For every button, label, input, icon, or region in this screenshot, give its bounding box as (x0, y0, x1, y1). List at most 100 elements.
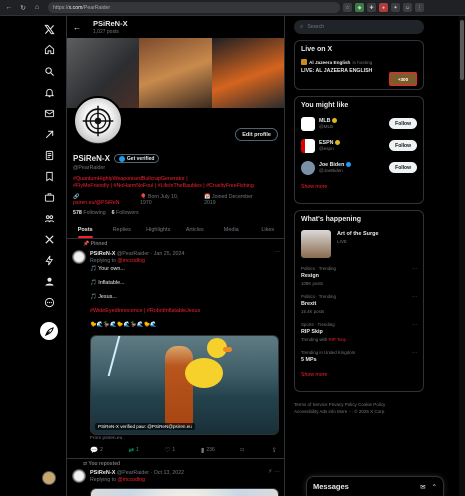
trend-more-icon[interactable]: ··· (412, 322, 417, 328)
search-input[interactable]: ⌕ Search (294, 20, 424, 34)
post-author-avatar[interactable] (72, 469, 86, 483)
verified-orgs-lightning-icon[interactable] (42, 253, 56, 267)
scrollbar-thumb[interactable] (460, 20, 464, 80)
replying-to-link[interactable]: @mccodlog (117, 477, 144, 483)
live-source[interactable]: Al Jazeera English is hosting (301, 59, 417, 65)
messages-drawer[interactable]: Messages ✉ ⌃ (306, 476, 444, 496)
profile-info: PSiReN-X Get verified @PearRaider #Quant… (73, 154, 278, 216)
home-icon[interactable] (42, 42, 56, 56)
extension-icon[interactable]: ● (379, 3, 388, 12)
following-link[interactable]: 578 Following (73, 210, 106, 216)
pinned-context: 📌 Pinned (83, 241, 108, 247)
premium-x-icon[interactable] (42, 232, 56, 246)
extensions-puzzle-icon[interactable]: ✦ (391, 3, 400, 12)
tab-posts[interactable]: Posts (67, 221, 104, 238)
header-name: PSiReN-X (93, 19, 128, 28)
follow-button[interactable]: Follow (389, 162, 417, 173)
bookmark-star-icon[interactable]: ☆ (343, 3, 352, 12)
home-icon[interactable]: ⌂ (32, 3, 42, 13)
trend-hero[interactable]: Art of the Surge LIVE (301, 230, 417, 258)
account-avatar[interactable] (42, 471, 56, 485)
notifications-bell-icon[interactable] (42, 85, 56, 99)
replying-to-link[interactable]: @mccodlog (117, 258, 144, 264)
repost-button[interactable]: ⇄ 1 (129, 446, 139, 454)
trending-with-link[interactable]: RIP Tony (328, 337, 346, 342)
post-author-name[interactable]: PSiReN-X (90, 470, 115, 476)
explore-search-icon[interactable] (42, 64, 56, 78)
profile-website-link[interactable]: 🔗 psiren.eu/@PSiReN (73, 194, 132, 206)
bio-line[interactable]: #FlyMeFriendly | #NoHarmNoFoul | #LifeIn… (73, 183, 278, 190)
post-author-avatar[interactable] (72, 250, 86, 264)
back-arrow-icon[interactable]: ← (73, 23, 83, 32)
trend-item[interactable]: Trending in United Kingdom 5 MPs ··· (301, 350, 417, 363)
trend-item[interactable]: Sports · Trending RIP Skip Trending with… (301, 322, 417, 342)
edit-profile-button[interactable]: Edit profile (235, 128, 278, 141)
grok-explain-icon[interactable]: ⚡ ··· (268, 468, 280, 475)
bookmarks-icon[interactable] (42, 169, 56, 183)
post-image[interactable]: PSiReN-X verified paw: @PSiReN@psiren.eu (90, 335, 279, 435)
more-options-icon[interactable] (42, 295, 56, 309)
trend-more-icon[interactable]: ··· (412, 294, 417, 300)
post-author-handle[interactable]: @PearRaider (117, 251, 149, 257)
expand-chevron-icon[interactable]: ⌃ (432, 483, 437, 491)
tab-articles[interactable]: Articles (177, 221, 214, 238)
tab-likes[interactable]: Likes (250, 221, 285, 238)
bookmark-button[interactable]: ⌑ (240, 446, 245, 454)
post[interactable]: 📌 Pinned PSiReN-X @PearRaider · Jan 25, … (67, 241, 284, 456)
menu-icon[interactable]: ⋮ (415, 3, 424, 12)
address-bar[interactable]: https://x.com/PearRaider (48, 2, 340, 13)
trend-more-icon[interactable]: ··· (412, 350, 417, 356)
reply-button[interactable]: 💬 2 (90, 446, 103, 454)
get-verified-button[interactable]: Get verified (113, 154, 160, 163)
extension-icon[interactable]: ◆ (355, 3, 364, 12)
footer-links[interactable]: Accessibility Ads info More ··· © 2025 X… (294, 409, 424, 416)
tab-highlights[interactable]: Highlights (140, 221, 177, 238)
tab-media[interactable]: Media (213, 221, 250, 238)
suggested-account[interactable]: ESPN @espn Follow (301, 138, 417, 153)
messages-envelope-icon[interactable] (42, 106, 56, 120)
post-hashtags[interactable]: #WideEyedInnocence | #RobotInflatableJes… (90, 308, 200, 315)
show-more-link[interactable]: Show more (301, 184, 417, 190)
bio-line[interactable]: #QuantumHighlyWeaponisedBullcrapGenerato… (73, 176, 278, 183)
suggested-account[interactable]: Joe Biden @JoeBiden Follow (301, 160, 417, 175)
show-more-link[interactable]: Show more (301, 372, 417, 378)
back-icon[interactable]: ← (4, 3, 14, 13)
live-card-title: Live on X (301, 46, 333, 53)
profile-person-icon[interactable] (42, 274, 56, 288)
profile-icon[interactable]: ☺ (403, 3, 412, 12)
reload-icon[interactable]: ↻ (18, 3, 28, 13)
jobs-briefcase-icon[interactable] (42, 190, 56, 204)
like-button[interactable]: ♡ 1 (165, 446, 176, 454)
grok-icon[interactable] (42, 127, 56, 141)
trend-more-icon[interactable]: ··· (412, 266, 417, 272)
page-scrollbar[interactable] (459, 16, 465, 496)
communities-icon[interactable] (42, 211, 56, 225)
follow-button[interactable]: Follow (389, 140, 417, 151)
share-button[interactable]: ⇪ (272, 446, 279, 454)
views-button[interactable]: ▮ 236 (201, 446, 215, 454)
followers-link[interactable]: 6 Followers (112, 210, 139, 216)
tab-replies[interactable]: Replies (104, 221, 141, 238)
trend-item[interactable]: Politics · Trending Brexit 15.4K posts ·… (301, 294, 417, 314)
extension-icon[interactable]: ✚ (367, 3, 376, 12)
x-logo-icon[interactable] (42, 22, 56, 36)
post[interactable]: ⇄ You reposted PSiReN-X @PearRaider · Oc… (67, 460, 284, 496)
post-date[interactable]: Oct 13, 2022 (154, 470, 184, 476)
profile-avatar[interactable] (73, 96, 123, 146)
post-author-name[interactable]: PSiReN-X (90, 251, 115, 257)
whats-happening-card: What's happening Art of the Surge LIVE P… (294, 210, 424, 392)
trend-item[interactable]: Politics · Trending Resign 109K posts ··… (301, 266, 417, 286)
live-listeners-badge[interactable]: +300 (389, 72, 417, 86)
post-compose-button[interactable] (40, 322, 58, 340)
post-source[interactable]: From psiren.eu (90, 436, 122, 441)
replying-prefix: Replying to (90, 258, 116, 264)
new-message-icon[interactable]: ✉ (420, 483, 425, 491)
post-more-icon[interactable]: ··· (274, 249, 280, 255)
post-author-handle[interactable]: @PearRaider (117, 470, 149, 476)
post-date[interactable]: Jan 25, 2024 (154, 251, 185, 257)
header-post-count: 1,027 posts (93, 29, 119, 35)
follow-button[interactable]: Follow (389, 118, 417, 129)
post-image[interactable] (90, 488, 279, 496)
lists-icon[interactable] (42, 148, 56, 162)
suggested-account[interactable]: MLB @MLB Follow (301, 116, 417, 131)
